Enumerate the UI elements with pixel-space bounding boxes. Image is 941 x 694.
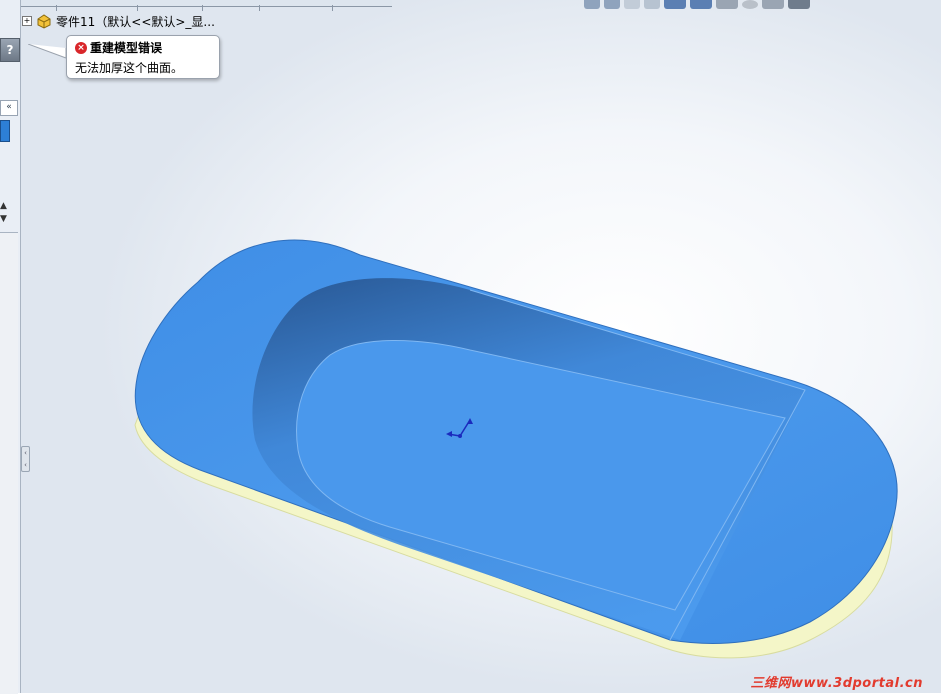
tab-edge[interactable]: [203, 5, 260, 11]
collapse-button[interactable]: «: [0, 100, 18, 116]
tooltip-pointer: [28, 44, 67, 59]
apply-scene-icon[interactable]: [762, 0, 784, 9]
tooltip-message: 无法加厚这个曲面。: [75, 61, 184, 75]
watermark-text: 三维网www.3dportal.cn: [750, 676, 923, 691]
edit-appearance-icon[interactable]: [742, 0, 758, 9]
feature-tree-root[interactable]: + 零件11（默认<<默认>_显...: [22, 12, 215, 30]
command-manager-tabs[interactable]: [20, 0, 392, 11]
help-button[interactable]: ?: [0, 38, 20, 62]
left-panel: ? « ▲ ▼: [0, 0, 21, 694]
rebuild-error-tooltip: × 重建模型错误 无法加厚这个曲面。: [66, 35, 220, 79]
heads-up-view-toolbar[interactable]: [584, 0, 810, 10]
error-icon: ×: [75, 41, 87, 54]
previous-view-icon[interactable]: [624, 0, 640, 9]
part-icon: [37, 14, 51, 29]
zoom-to-fit-icon[interactable]: [584, 0, 600, 9]
tab-edge[interactable]: [260, 5, 333, 11]
graphics-area[interactable]: [0, 0, 941, 693]
hide-show-items-icon[interactable]: [716, 0, 738, 9]
selection-box-icon[interactable]: [0, 120, 10, 142]
display-style-icon[interactable]: [690, 0, 712, 9]
part-name-label: 零件11（默认<<默认>_显...: [56, 14, 215, 29]
panel-splitter-handle[interactable]: ‹ ‹: [21, 446, 30, 472]
section-view-icon[interactable]: [644, 0, 660, 9]
tooltip-title: 重建模型错误: [90, 41, 163, 55]
expand-icon[interactable]: +: [22, 16, 32, 26]
panel-body: [0, 232, 18, 694]
tab-edge[interactable]: [20, 5, 57, 11]
view-orientation-icon[interactable]: [664, 0, 686, 9]
zoom-area-icon[interactable]: [604, 0, 620, 9]
spin-arrows-icon[interactable]: ▲ ▼: [0, 200, 8, 226]
tab-edge[interactable]: [57, 5, 138, 11]
model-3d-view[interactable]: [0, 0, 941, 693]
tab-edge[interactable]: [138, 5, 203, 11]
view-settings-icon[interactable]: [788, 0, 810, 9]
